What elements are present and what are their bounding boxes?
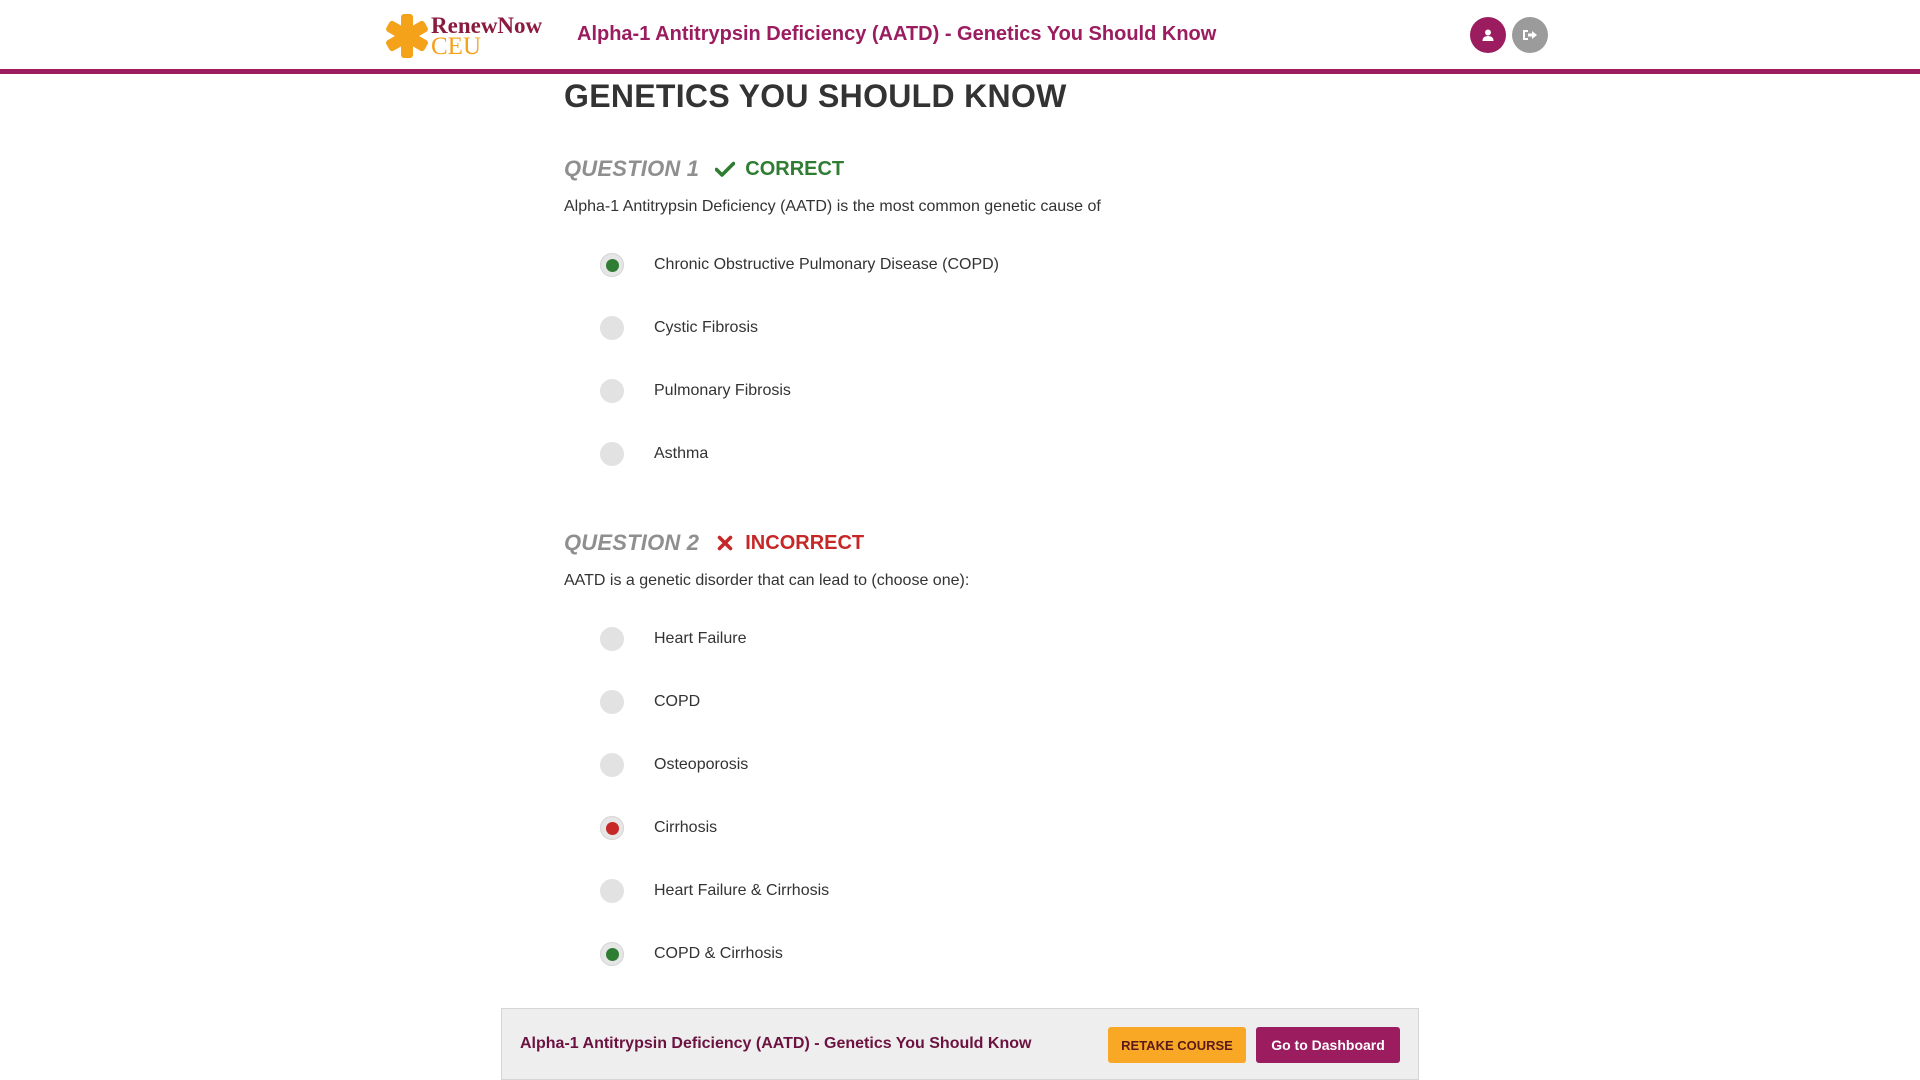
option-label: Osteoporosis — [654, 756, 749, 773]
answer-option[interactable]: Chronic Obstructive Pulmonary Disease (C… — [600, 250, 999, 280]
question-label: QUESTION 1 — [564, 156, 700, 181]
answer-option[interactable]: Heart Failure & Cirrhosis — [600, 876, 829, 906]
course-title: Alpha-1 Antitrypsin Deficiency (AATD) - … — [577, 23, 1217, 45]
option-label: COPD — [654, 693, 701, 710]
logout-button[interactable] — [1512, 17, 1548, 53]
answer-option[interactable]: Asthma — [600, 439, 708, 469]
star-of-life-icon — [386, 14, 428, 58]
user-icon — [1482, 29, 1494, 41]
logo-text-ceu: CEU — [431, 33, 481, 60]
page-title: GENETICS YOU SHOULD KNOW — [564, 78, 1067, 114]
answer-option[interactable]: Cystic Fibrosis — [600, 313, 758, 343]
option-label: Cystic Fibrosis — [654, 319, 759, 336]
user-profile-button[interactable] — [1470, 17, 1506, 53]
question-2-text: AATD is a genetic disorder that can lead… — [564, 572, 970, 589]
answer-option[interactable]: COPD — [600, 687, 700, 717]
status-incorrect: INCORRECT — [745, 531, 865, 554]
option-label: Heart Failure & Cirrhosis — [654, 882, 830, 899]
go-to-dashboard-button[interactable]: Go to Dashboard — [1256, 1027, 1400, 1063]
radio-selected-correct[interactable] — [600, 253, 624, 277]
option-label: Chronic Obstructive Pulmonary Disease (C… — [654, 256, 999, 273]
option-label: Asthma — [654, 445, 709, 462]
retake-course-button[interactable]: RETAKE COURSE — [1108, 1027, 1246, 1063]
question-label: QUESTION 2 — [564, 530, 700, 555]
answer-option[interactable]: Cirrhosis — [600, 813, 717, 843]
answer-option[interactable]: Osteoporosis — [600, 750, 748, 780]
radio-unselected[interactable] — [600, 442, 624, 466]
status-correct: CORRECT — [745, 157, 845, 180]
question-2-header: QUESTION 2 INCORRECT — [564, 530, 864, 556]
footer-course-title: Alpha-1 Antitrypsin Deficiency (AATD) - … — [520, 1035, 1032, 1052]
radio-correct-answer[interactable] — [600, 942, 624, 966]
question-1-header: QUESTION 1 CORRECT — [564, 156, 844, 182]
answer-option[interactable]: Pulmonary Fibrosis — [600, 376, 791, 406]
answer-option[interactable]: Heart Failure — [600, 624, 746, 654]
answer-option[interactable]: COPD & Cirrhosis — [600, 939, 783, 969]
option-label: Cirrhosis — [654, 819, 718, 836]
question-1-text: Alpha-1 Antitrypsin Deficiency (AATD) is… — [564, 198, 1101, 215]
option-label: COPD & Cirrhosis — [654, 945, 783, 962]
radio-unselected[interactable] — [600, 879, 624, 903]
radio-unselected[interactable] — [600, 316, 624, 340]
option-label: Heart Failure — [654, 630, 747, 647]
option-label: Pulmonary Fibrosis — [654, 382, 791, 399]
radio-unselected[interactable] — [600, 379, 624, 403]
course-action-bar: Alpha-1 Antitrypsin Deficiency (AATD) - … — [501, 1008, 1419, 1080]
radio-unselected[interactable] — [600, 627, 624, 651]
sign-out-icon — [1523, 30, 1537, 40]
site-header: RenewNow CEU Alpha-1 Antitrypsin Deficie… — [0, 0, 1920, 74]
radio-unselected[interactable] — [600, 753, 624, 777]
x-icon — [715, 533, 735, 553]
checkmark-icon — [715, 159, 736, 179]
radio-unselected[interactable] — [600, 690, 624, 714]
radio-selected-wrong[interactable] — [600, 816, 624, 840]
renewnow-logo[interactable]: RenewNow CEU — [383, 12, 543, 62]
